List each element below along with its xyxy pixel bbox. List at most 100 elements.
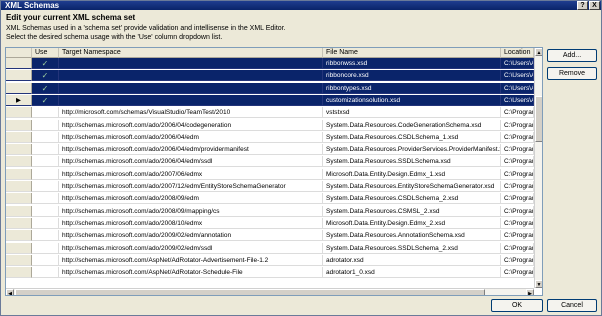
target-namespace-cell: http://schemas.microsoft.com/AspNet/AdRo… [59,254,323,266]
file-name-cell: System.Data.Resources.CSDLSchema_2.xsd [323,193,501,205]
location-cell: C:\Program [501,131,534,143]
column-header-file-name[interactable]: File Name [323,48,501,58]
help-button[interactable]: ? [577,1,588,10]
use-check-icon[interactable] [32,230,59,242]
row-selector [6,205,32,217]
use-check-icon[interactable] [32,107,59,119]
target-namespace-cell: http://schemas.microsoft.com/AspNet/AdRo… [59,267,323,279]
row-selector [6,107,32,119]
use-check-icon[interactable] [32,217,59,229]
file-name-cell: customizationsolution.xsd [323,94,501,106]
location-cell: C:\Users\A [501,58,534,69]
horizontal-scrollbar[interactable]: ◀ ▶ [6,288,534,295]
close-button[interactable]: X [589,1,600,10]
target-namespace-cell: http://schemas.microsoft.com/ado/2006/04… [59,156,323,168]
row-selector [6,168,32,180]
table-row[interactable]: http://schemas.microsoft.com/ado/2006/04… [6,144,534,156]
location-cell: C:\Program [501,267,534,279]
horizontal-scroll-thumb[interactable] [15,289,485,295]
location-cell: C:\Users\A [501,70,534,82]
file-name-cell: adrotator.xsd [323,254,501,266]
use-check-icon[interactable] [32,168,59,180]
window-title: XML Schemas [5,1,60,10]
target-namespace-cell [59,58,323,69]
use-check-icon[interactable]: ✓ [32,94,59,106]
location-cell: C:\Program [501,144,534,156]
table-row[interactable]: ✓ ribbontypes.xsd C:\Users\A [6,82,534,94]
table-row[interactable]: http://schemas.microsoft.com/ado/2009/02… [6,242,534,254]
table-row[interactable]: http://schemas.microsoft.com/ado/2006/04… [6,156,534,168]
column-header-target-namespace[interactable]: Target Namespace [59,48,323,58]
file-name-cell: System.Data.Resources.CodeGenerationSche… [323,119,501,131]
target-namespace-cell [59,70,323,82]
file-name-cell: adrotator1_0.xsd [323,267,501,279]
table-row[interactable]: http://schemas.microsoft.com/ado/2008/10… [6,217,534,229]
table-row[interactable]: http://schemas.microsoft.com/ado/2006/04… [6,119,534,131]
target-namespace-cell: http://schemas.microsoft.com/ado/2007/06… [59,168,323,180]
use-check-icon[interactable] [32,193,59,205]
scroll-down-arrow-icon[interactable]: ▼ [535,280,542,288]
use-check-icon[interactable] [32,181,59,192]
target-namespace-cell: http://schemas.microsoft.com/ado/2008/10… [59,217,323,229]
use-check-icon[interactable] [32,254,59,266]
use-check-icon[interactable] [32,156,59,168]
table-row[interactable]: http://schemas.microsoft.com/ado/2007/06… [6,168,534,180]
use-check-icon[interactable] [32,144,59,156]
table-row[interactable]: http://schemas.microsoft.com/ado/2008/09… [6,205,534,217]
target-namespace-cell: http://schemas.microsoft.com/ado/2009/02… [59,230,323,242]
row-selector [6,267,32,279]
use-check-icon[interactable] [32,242,59,254]
use-check-icon[interactable]: ✓ [32,58,59,69]
schema-grid: Use Target Namespace File Name Location … [5,47,543,296]
row-selector: ▶ [6,94,32,106]
table-row[interactable]: http://schemas.microsoft.com/AspNet/AdRo… [6,254,534,266]
use-check-icon[interactable] [32,131,59,143]
table-row[interactable]: http://schemas.microsoft.com/ado/2006/04… [6,131,534,143]
description-line-1: XML Schemas used in a 'schema set' provi… [6,25,286,32]
column-header-use[interactable]: Use [32,48,59,58]
file-name-cell: System.Data.Resources.AnnotationSchema.x… [323,230,501,242]
target-namespace-cell: http://schemas.microsoft.com/ado/2006/04… [59,144,323,156]
scroll-right-arrow-icon[interactable]: ▶ [526,289,534,295]
use-check-icon[interactable] [32,267,59,279]
table-row[interactable]: http://schemas.microsoft.com/ado/2009/02… [6,230,534,242]
use-check-icon[interactable] [32,119,59,131]
use-check-icon[interactable] [32,205,59,217]
remove-button[interactable]: Remove [547,67,597,80]
target-namespace-cell: http://schemas.microsoft.com/ado/2006/04… [59,119,323,131]
add-button[interactable]: Add... [547,49,597,62]
column-header-location[interactable]: Location [501,48,534,58]
table-row[interactable]: ▶ ✓ customizationsolution.xsd C:\Users\A [6,94,534,106]
row-selector [6,242,32,254]
cancel-button[interactable]: Cancel [547,299,597,312]
file-name-cell: System.Data.Resources.ProviderServices.P… [323,144,501,156]
location-cell: C:\Users\A [501,94,534,106]
table-row[interactable]: http://schemas.microsoft.com/AspNet/AdRo… [6,267,534,279]
table-row[interactable]: http://schemas.microsoft.com/ado/2008/09… [6,193,534,205]
scroll-left-arrow-icon[interactable]: ◀ [6,289,14,295]
use-check-icon[interactable]: ✓ [32,70,59,82]
use-check-icon[interactable]: ✓ [32,82,59,94]
file-name-cell: System.Data.Resources.SSDLSchema.xsd [323,156,501,168]
file-name-cell: Microsoft.Data.Entity.Design.Edmx_1.xsd [323,168,501,180]
target-namespace-cell [59,82,323,94]
ok-button[interactable]: OK [491,299,543,312]
scroll-up-arrow-icon[interactable]: ▲ [535,48,542,56]
target-namespace-cell: http://microsoft.com/schemas/VisualStudi… [59,107,323,119]
location-cell: C:\Program [501,242,534,254]
target-namespace-cell: http://schemas.microsoft.com/ado/2008/09… [59,205,323,217]
xml-schemas-dialog: XML Schemas ? X Edit your current XML sc… [0,0,602,316]
table-row[interactable]: ✓ ribboncore.xsd C:\Users\A [6,70,534,82]
table-row[interactable]: http://microsoft.com/schemas/VisualStudi… [6,107,534,119]
vertical-scroll-thumb[interactable] [535,96,542,142]
target-namespace-cell [59,94,323,106]
location-cell: C:\Program [501,168,534,180]
row-selector [6,217,32,229]
table-row[interactable]: http://schemas.microsoft.com/ado/2007/12… [6,181,534,192]
row-selector [6,230,32,242]
table-row[interactable]: ✓ ribbonwss.xsd C:\Users\A [6,58,534,69]
target-namespace-cell: http://schemas.microsoft.com/ado/2008/09… [59,193,323,205]
row-selector [6,82,32,94]
row-selector [6,70,32,82]
vertical-scrollbar[interactable]: ▲ ▼ [534,48,542,288]
